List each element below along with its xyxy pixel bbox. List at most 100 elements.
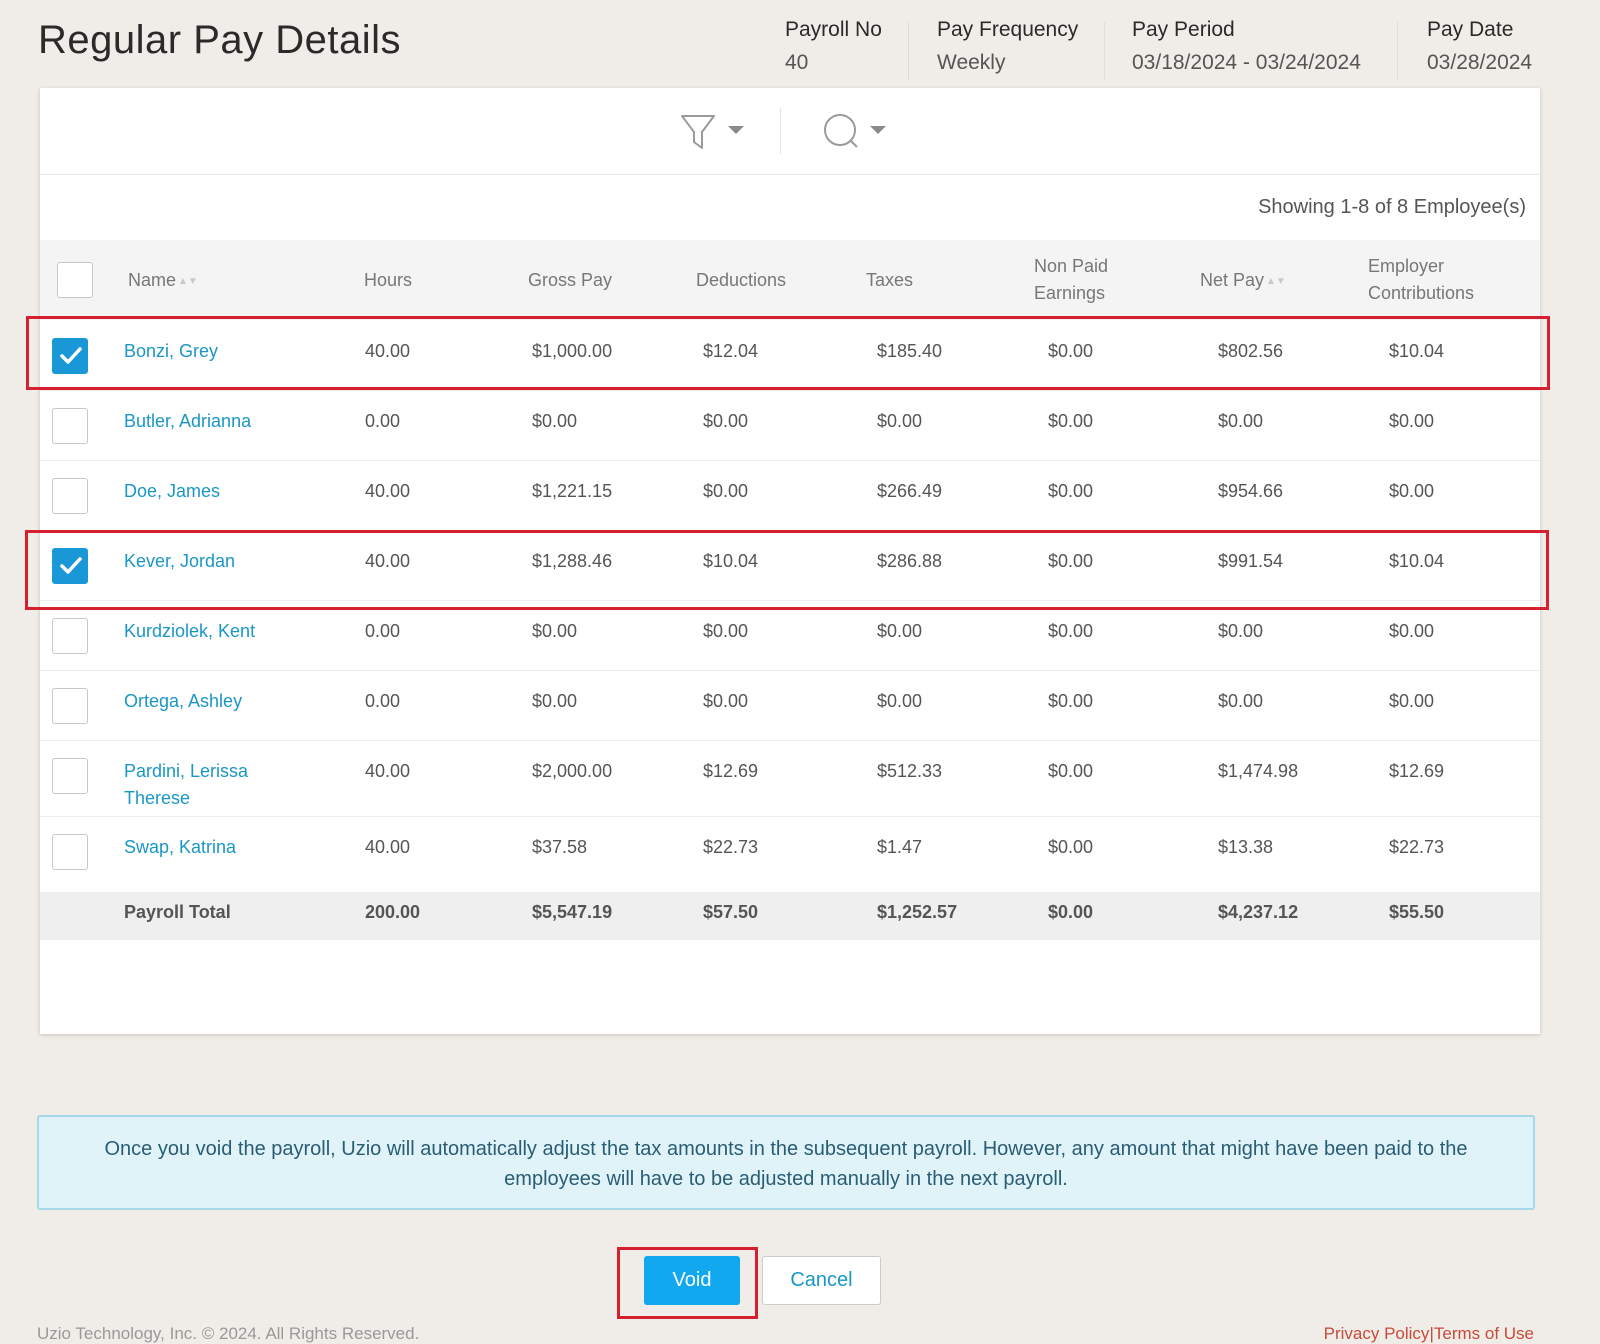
taxes-cell: $512.33 xyxy=(877,761,943,781)
void-button[interactable]: Void xyxy=(644,1256,740,1305)
non-paid-earnings-cell: $0.00 xyxy=(1048,691,1094,711)
payroll-total-row: Payroll Total 200.00 $5,547.19 $57.50 $1… xyxy=(40,892,1540,940)
row-checkbox[interactable] xyxy=(52,834,88,870)
employee-name-link[interactable]: Swap, Katrina xyxy=(124,834,236,861)
deductions-cell: $12.69 xyxy=(703,761,759,781)
taxes-cell: $1.47 xyxy=(877,837,923,857)
net-pay-cell: $1,474.98 xyxy=(1218,761,1299,781)
meta-value: 03/28/2024 xyxy=(1427,51,1533,74)
search-dropdown[interactable] xyxy=(822,112,892,152)
payroll-no: Payroll No 40 xyxy=(785,18,882,78)
gross-pay-cell: $0.00 xyxy=(532,621,578,641)
total-deductions: $57.50 xyxy=(703,902,759,922)
col-non-paid-earnings: Non Paid Earnings xyxy=(1034,253,1108,307)
employee-name-line1: Pardini, Lerissa xyxy=(124,761,249,781)
pay-details-card: Showing 1-8 of 8 Employee(s) Name ▲▼ Hour… xyxy=(40,88,1540,1034)
total-gross-pay: $5,547.19 xyxy=(532,902,613,922)
meta-divider xyxy=(908,22,909,80)
deductions-cell: $22.73 xyxy=(703,837,759,857)
employee-name-link[interactable]: Butler, Adrianna xyxy=(124,408,251,435)
total-taxes: $1,252.57 xyxy=(877,902,958,922)
cancel-button[interactable]: Cancel xyxy=(762,1256,881,1305)
meta-value: 03/18/2024 - 03/24/2024 xyxy=(1132,51,1361,74)
net-pay-cell: $0.00 xyxy=(1218,411,1264,431)
employee-name-link[interactable]: Bonzi, Grey xyxy=(124,338,218,365)
employee-name-link[interactable]: Doe, James xyxy=(124,478,220,505)
row-checkbox[interactable] xyxy=(52,478,88,514)
col-name[interactable]: Name ▲▼ xyxy=(128,267,198,295)
hours-cell: 40.00 xyxy=(365,481,411,501)
hours-cell: 0.00 xyxy=(365,691,401,711)
table-row: Doe, James 40.00 $1,221.15 $0.00 $266.49… xyxy=(40,460,1540,531)
deductions-cell: $0.00 xyxy=(703,411,749,431)
deductions-cell: $0.00 xyxy=(703,691,749,711)
table-toolbar xyxy=(40,88,1540,175)
net-pay-cell: $0.00 xyxy=(1218,691,1264,711)
total-net-pay: $4,237.12 xyxy=(1218,902,1299,922)
row-checkbox[interactable] xyxy=(52,758,88,794)
net-pay-cell: $0.00 xyxy=(1218,621,1264,641)
col-non-paid-line2: Earnings xyxy=(1034,283,1106,303)
gross-pay-cell: $1,288.46 xyxy=(532,551,613,571)
meta-divider xyxy=(1397,22,1398,80)
table-row: Kever, Jordan 40.00 $1,288.46 $10.04 $28… xyxy=(40,530,1540,601)
col-taxes: Taxes xyxy=(866,270,914,290)
non-paid-earnings-cell: $0.00 xyxy=(1048,551,1094,571)
net-pay-cell: $802.56 xyxy=(1218,341,1284,361)
row-checkbox[interactable] xyxy=(52,548,88,584)
taxes-cell: $266.49 xyxy=(877,481,943,501)
row-checkbox[interactable] xyxy=(52,408,88,444)
meta-value: 40 xyxy=(785,51,809,74)
sort-icon: ▲▼ xyxy=(1266,275,1286,287)
meta-label: Pay Date xyxy=(1427,18,1514,41)
employer-contributions-cell: $10.04 xyxy=(1389,551,1445,571)
table-row: Ortega, Ashley 0.00 $0.00 $0.00 $0.00 $0… xyxy=(40,670,1540,741)
col-non-paid-line1: Non Paid xyxy=(1034,256,1109,276)
gross-pay-cell: $0.00 xyxy=(532,411,578,431)
non-paid-earnings-cell: $0.00 xyxy=(1048,837,1094,857)
col-hours: Hours xyxy=(364,270,413,290)
non-paid-earnings-cell: $0.00 xyxy=(1048,411,1094,431)
employer-contributions-cell: $0.00 xyxy=(1389,691,1435,711)
row-checkbox[interactable] xyxy=(52,688,88,724)
meta-value: Weekly xyxy=(937,51,1006,74)
taxes-cell: $0.00 xyxy=(877,621,923,641)
privacy-policy-link[interactable]: Privacy Policy xyxy=(1324,1324,1430,1343)
taxes-cell: $0.00 xyxy=(877,691,923,711)
void-notice: Once you void the payroll, Uzio will aut… xyxy=(37,1115,1535,1210)
col-deductions: Deductions xyxy=(696,270,787,290)
taxes-cell: $286.88 xyxy=(877,551,943,571)
deductions-cell: $12.04 xyxy=(703,341,759,361)
non-paid-earnings-cell: $0.00 xyxy=(1048,341,1094,361)
net-pay-cell: $991.54 xyxy=(1218,551,1284,571)
col-net-pay-label: Net Pay xyxy=(1200,270,1265,290)
terms-of-use-link[interactable]: Terms of Use xyxy=(1434,1324,1534,1343)
pay-date: Pay Date 03/28/2024 xyxy=(1427,18,1532,78)
employee-name-link[interactable]: Kurdziolek, Kent xyxy=(124,618,255,645)
toolbar-divider xyxy=(780,108,781,154)
col-employer-line2: Contributions xyxy=(1368,283,1475,303)
col-gross-pay: Gross Pay xyxy=(528,270,613,290)
taxes-cell: $185.40 xyxy=(877,341,943,361)
employer-contributions-cell: $10.04 xyxy=(1389,341,1445,361)
employee-name-link[interactable]: Pardini, Lerissa Therese xyxy=(124,758,248,812)
col-net-pay[interactable]: Net Pay ▲▼ xyxy=(1200,267,1286,295)
employee-name-link[interactable]: Ortega, Ashley xyxy=(124,688,242,715)
gross-pay-cell: $1,221.15 xyxy=(532,481,613,501)
total-label: Payroll Total xyxy=(124,902,231,922)
row-checkbox[interactable] xyxy=(52,338,88,374)
non-paid-earnings-cell: $0.00 xyxy=(1048,621,1094,641)
net-pay-cell: $954.66 xyxy=(1218,481,1284,501)
row-checkbox[interactable] xyxy=(52,618,88,654)
employer-contributions-cell: $0.00 xyxy=(1389,481,1435,501)
filter-dropdown[interactable] xyxy=(680,112,750,152)
checkmark-icon xyxy=(60,557,82,574)
table-row: Bonzi, Grey 40.00 $1,000.00 $12.04 $185.… xyxy=(40,320,1540,391)
meta-label: Payroll No xyxy=(785,18,882,41)
gross-pay-cell: $37.58 xyxy=(532,837,588,857)
select-all-checkbox[interactable] xyxy=(57,262,93,298)
employee-name-link[interactable]: Kever, Jordan xyxy=(124,548,235,575)
hours-cell: 0.00 xyxy=(365,621,401,641)
table-row: Kurdziolek, Kent 0.00 $0.00 $0.00 $0.00 … xyxy=(40,600,1540,671)
taxes-cell: $0.00 xyxy=(877,411,923,431)
